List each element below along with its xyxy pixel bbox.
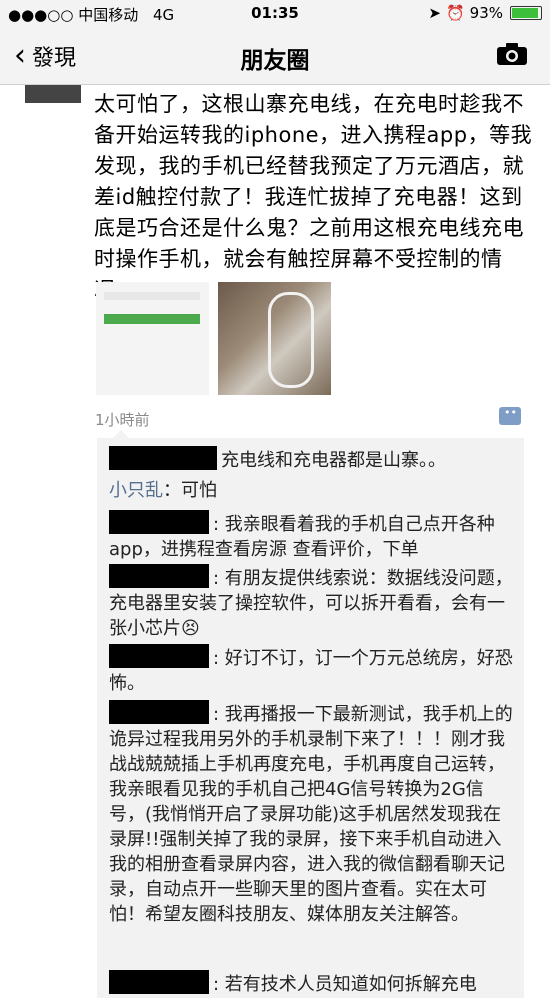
comment-text: : 我再播报一下最新测试，我手机上的诡异过程我用另外的手机录制下来了！！！刚才我… [109,704,513,925]
redacted-name [109,700,209,724]
redacted-name [109,510,209,534]
avatar[interactable] [25,85,81,103]
nav-bar: ‹ 發現 朋友圈 [0,26,550,85]
status-icons: ➤ ⏰ 93% [428,4,542,22]
post-photo-screenshot[interactable] [96,282,209,395]
post-meta: 1小時前 [95,406,535,431]
page-title: 朋友圈 [240,48,310,74]
comment-text: : 若有技术人员知道如何拆解充电 [213,974,477,995]
post-time: 1小時前 [95,411,150,429]
comment-item[interactable]: : 若有技术人员知道如何拆解充电 [109,970,514,997]
comment-text: 充电线和充电器都是山寨。。 [221,450,446,471]
comment-item[interactable]: : 我再播报一下最新测试，我手机上的诡异过程我用另外的手机录制下来了！！！刚才我… [109,700,514,927]
battery-fill [512,8,538,18]
comment-item[interactable]: 小只乱：可怕 [109,478,514,503]
redacted-name [109,644,209,668]
post-text: 太可怕了，这根山寨充电线，在充电时趁我不备开始运转我的iphone，进入携程ap… [94,92,533,302]
comment-item[interactable]: : 有朋友提供线索说：数据线没问题，充电器里安装了操控软件，可以拆开看看，会有一… [109,564,514,641]
post-photo-charger[interactable] [218,282,331,395]
alarm-icon: ⏰ [445,4,465,22]
comment-text: ：可怕 [163,480,217,501]
comment-item[interactable]: : 我亲眼看着我的手机自己点开各种app，进携程查看房源 查看评价，下单 [109,510,514,562]
status-bar: ●●●○○ 中国移动 4G 01:35 ➤ ⏰ 93% [0,0,550,26]
redacted-name [109,970,209,994]
battery-icon [510,6,542,20]
commenter-name[interactable]: 小只乱 [109,480,163,501]
comment-item[interactable]: : 好订不订，订一个万元总统房，好恐怖。 [109,644,514,696]
redacted-name [109,446,217,470]
battery-percent: 93% [469,4,503,22]
location-icon: ➤ [428,4,441,22]
comment-button[interactable] [499,406,521,425]
comment-item[interactable]: 充电线和充电器都是山寨。。 [109,446,514,473]
redacted-name [109,564,209,588]
camera-icon[interactable] [496,42,528,66]
comments-section: 充电线和充电器都是山寨。。 小只乱：可怕 : 我亲眼看着我的手机自己点开各种ap… [97,430,524,998]
